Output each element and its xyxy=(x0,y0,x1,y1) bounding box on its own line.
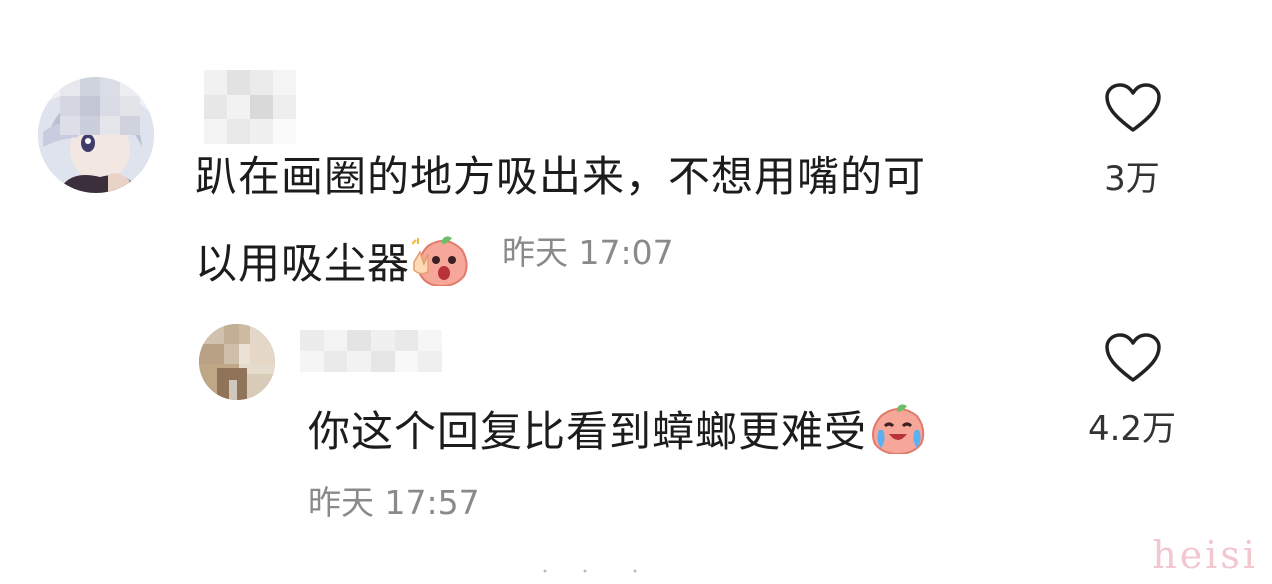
avatar[interactable] xyxy=(38,77,154,193)
watermark: heisi xyxy=(1152,533,1258,577)
heart-outline-icon[interactable] xyxy=(1104,82,1162,138)
loading-dots-icon xyxy=(543,569,637,573)
avatar[interactable] xyxy=(199,324,275,400)
comment-text-line: 以用吸尘器 xyxy=(195,236,470,293)
comment-timestamp: 昨天 17:57 xyxy=(308,483,480,522)
like-count: 3万 xyxy=(1104,159,1160,199)
peach-victory-emoji-icon xyxy=(411,236,470,293)
username-blurred[interactable] xyxy=(204,70,296,144)
comment-text-line: 你这个回复比看到蟑螂更难受 xyxy=(308,404,927,461)
comment-text-line: 趴在画圈的地方吸出来，不想用嘴的可 xyxy=(195,152,927,201)
peach-crying-emoji-icon xyxy=(869,404,927,461)
like-count: 4.2万 xyxy=(1087,409,1177,449)
avatar-mosaic xyxy=(60,77,140,135)
username-blurred[interactable] xyxy=(300,330,442,372)
comment-text: 你这个回复比看到蟑螂更难受 xyxy=(308,407,868,456)
avatar-mosaic xyxy=(199,324,275,364)
comment-timestamp: 昨天 17:07 xyxy=(502,233,674,272)
heart-outline-icon[interactable] xyxy=(1104,332,1162,388)
comment-thread: 趴在画圈的地方吸出来，不想用嘴的可 以用吸尘器 昨天 17:07 3万 你这个回… xyxy=(0,0,1272,584)
comment-text: 以用吸尘器 xyxy=(195,239,411,288)
